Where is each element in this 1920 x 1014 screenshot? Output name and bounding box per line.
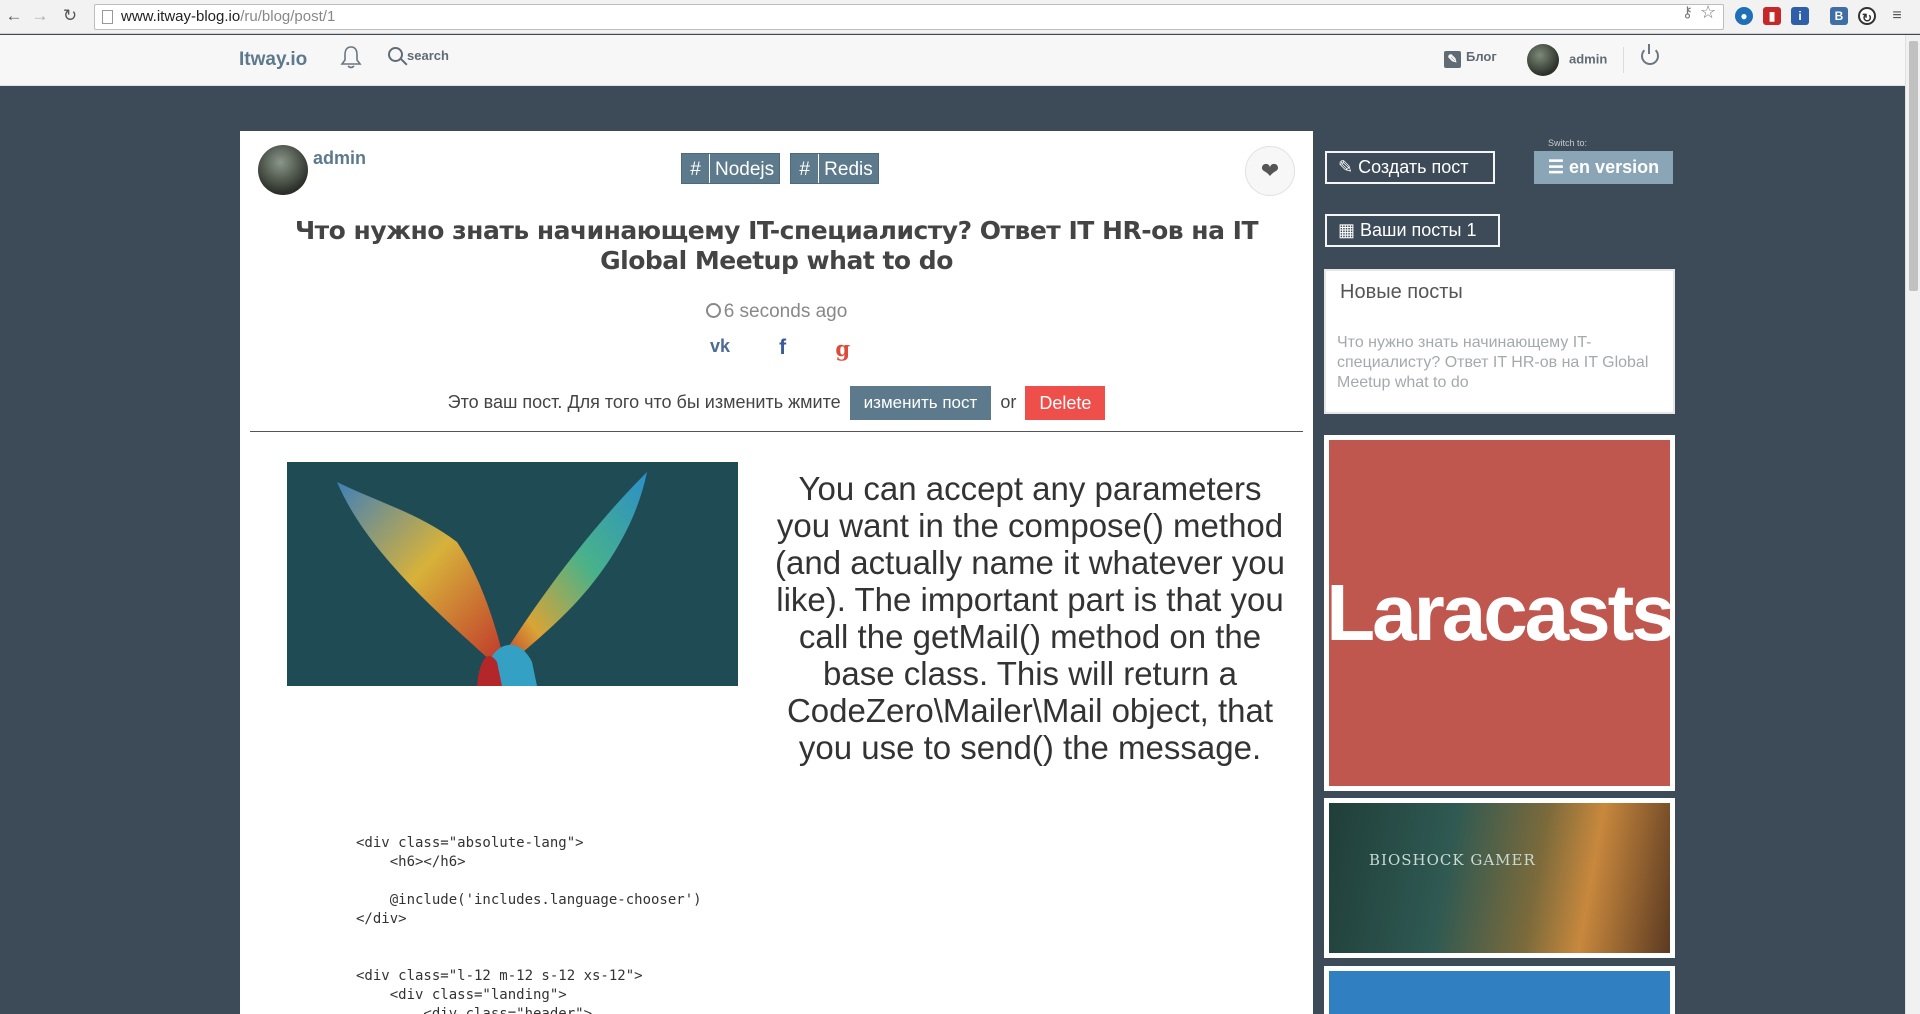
address-bar[interactable]: www.itway-blog.io/ru/blog/post/1 [94,4,1724,30]
post-image [287,462,738,686]
reload-icon[interactable]: ↻ [60,6,80,26]
code-block: <div class="absolute-lang"> <h6></h6> @i… [356,835,702,1014]
scrollbar-thumb[interactable] [1909,41,1918,291]
search-link[interactable]: search [388,47,449,63]
tag-list: # Nodejs # Redis [681,153,879,184]
tag-nodejs[interactable]: # Nodejs [681,153,781,184]
author-avatar[interactable] [258,145,308,195]
bioshock-ad[interactable]: BIOSHOCK GAMER [1324,798,1675,958]
search-label: search [407,48,449,63]
blue-ad[interactable] [1324,966,1675,1014]
clock-icon [705,303,721,318]
tag-label: Nodejs [715,159,775,180]
key-icon[interactable]: ⚷ [1682,3,1693,21]
my-posts-button[interactable]: ▦ Ваши посты 1 [1325,214,1500,247]
en-version-label: en version [1569,157,1660,177]
bioshock-banner: BIOSHOCK GAMER [1329,803,1670,953]
hash-icon: # [682,154,710,183]
url-path: /ru/blog/post/1 [240,8,336,25]
search-icon [388,47,403,62]
archive-icon: ▦ [1338,220,1356,240]
sync-extension-icon[interactable]: ↻ [1858,7,1876,25]
page-scrollbar[interactable] [1905,35,1920,1014]
hash-icon: # [791,154,820,183]
menu-icon[interactable]: ≡ [1888,7,1906,25]
switch-to-label: Switch to: [1548,138,1588,148]
edit-post-button[interactable]: изменить пост [849,386,992,420]
site-header: Itway.io search ✎ Блог admin [0,35,1905,86]
browser-toolbar: ← → ↻ www.itway-blog.io/ru/blog/post/1 ⚷… [0,0,1920,34]
post-body: You can accept any parameters you want i… [775,470,1285,766]
edit-icon: ✎ [1444,51,1461,68]
notification-bell-icon[interactable] [340,45,362,69]
or-label: or [1000,391,1017,412]
facebook-share-icon[interactable]: f [779,336,786,361]
header-username: admin [1569,51,1608,67]
owner-notice: Это ваш пост. Для того что бы изменить ж… [447,391,841,412]
heart-icon: ❤ [1260,158,1280,183]
blog-label: Блог [1466,49,1497,64]
create-post-button[interactable]: ✎ Создать пост [1325,151,1495,184]
laracasts-ad[interactable]: Laracasts [1324,435,1676,791]
my-posts-label: Ваши посты 1 [1360,220,1477,240]
like-button[interactable]: ❤ [1245,146,1295,196]
language-switch-button[interactable]: ☰ en version [1534,151,1673,184]
power-icon[interactable] [1641,44,1659,65]
globe-extension-icon[interactable]: ● [1735,7,1753,25]
share-buttons: vk f g [710,336,850,361]
tag-label: Redis [824,159,873,180]
divider [250,431,1303,432]
new-posts-widget: Новые посты Что нужно знать начинающему … [1324,269,1675,414]
time-ago: 6 seconds ago [723,301,848,322]
author-name[interactable]: admin [313,148,366,169]
blue-banner [1329,971,1670,1014]
post-title: Что нужно знать начинающему IT-специалис… [294,216,1259,275]
avatar [1527,44,1559,76]
translate-icon: ☰ [1547,157,1565,177]
back-icon[interactable]: ← [4,6,24,26]
vk-share-icon[interactable]: vk [710,336,730,361]
pencil-icon: ✎ [1338,157,1354,177]
bookmark-star-icon[interactable]: ☆ [1700,2,1716,23]
header-user-menu[interactable]: admin [1527,44,1607,76]
post-card: admin # Nodejs # Redis ❤ Что нужно знать н… [240,131,1313,1014]
create-post-label: Создать пост [1358,157,1469,177]
tag-redis[interactable]: # Redis [790,153,879,184]
new-post-link[interactable]: Что нужно знать начинающему IT-специалис… [1337,333,1672,393]
post-timestamp: 6 seconds ago [240,301,1313,323]
info-extension-icon[interactable]: i [1791,7,1809,25]
site-logo[interactable]: Itway.io [239,49,307,71]
laracasts-banner: Laracasts [1326,440,1676,786]
blog-link[interactable]: ✎ Блог [1444,49,1497,68]
forward-icon[interactable]: → [30,6,50,26]
pocket-extension-icon[interactable]: ▮ [1763,7,1781,25]
page-icon [102,10,113,24]
owner-actions: Это ваш пост. Для того что бы изменить ж… [240,386,1313,420]
bioshock-logo-text: BIOSHOCK GAMER [1369,851,1536,869]
header-divider [1623,47,1624,73]
url-host: www.itway-blog.io [121,8,241,25]
vk-extension-icon[interactable]: B [1830,7,1848,25]
new-posts-title: Новые посты [1340,281,1463,303]
delete-post-button[interactable]: Delete [1025,386,1106,420]
google-share-icon[interactable]: g [835,336,850,361]
